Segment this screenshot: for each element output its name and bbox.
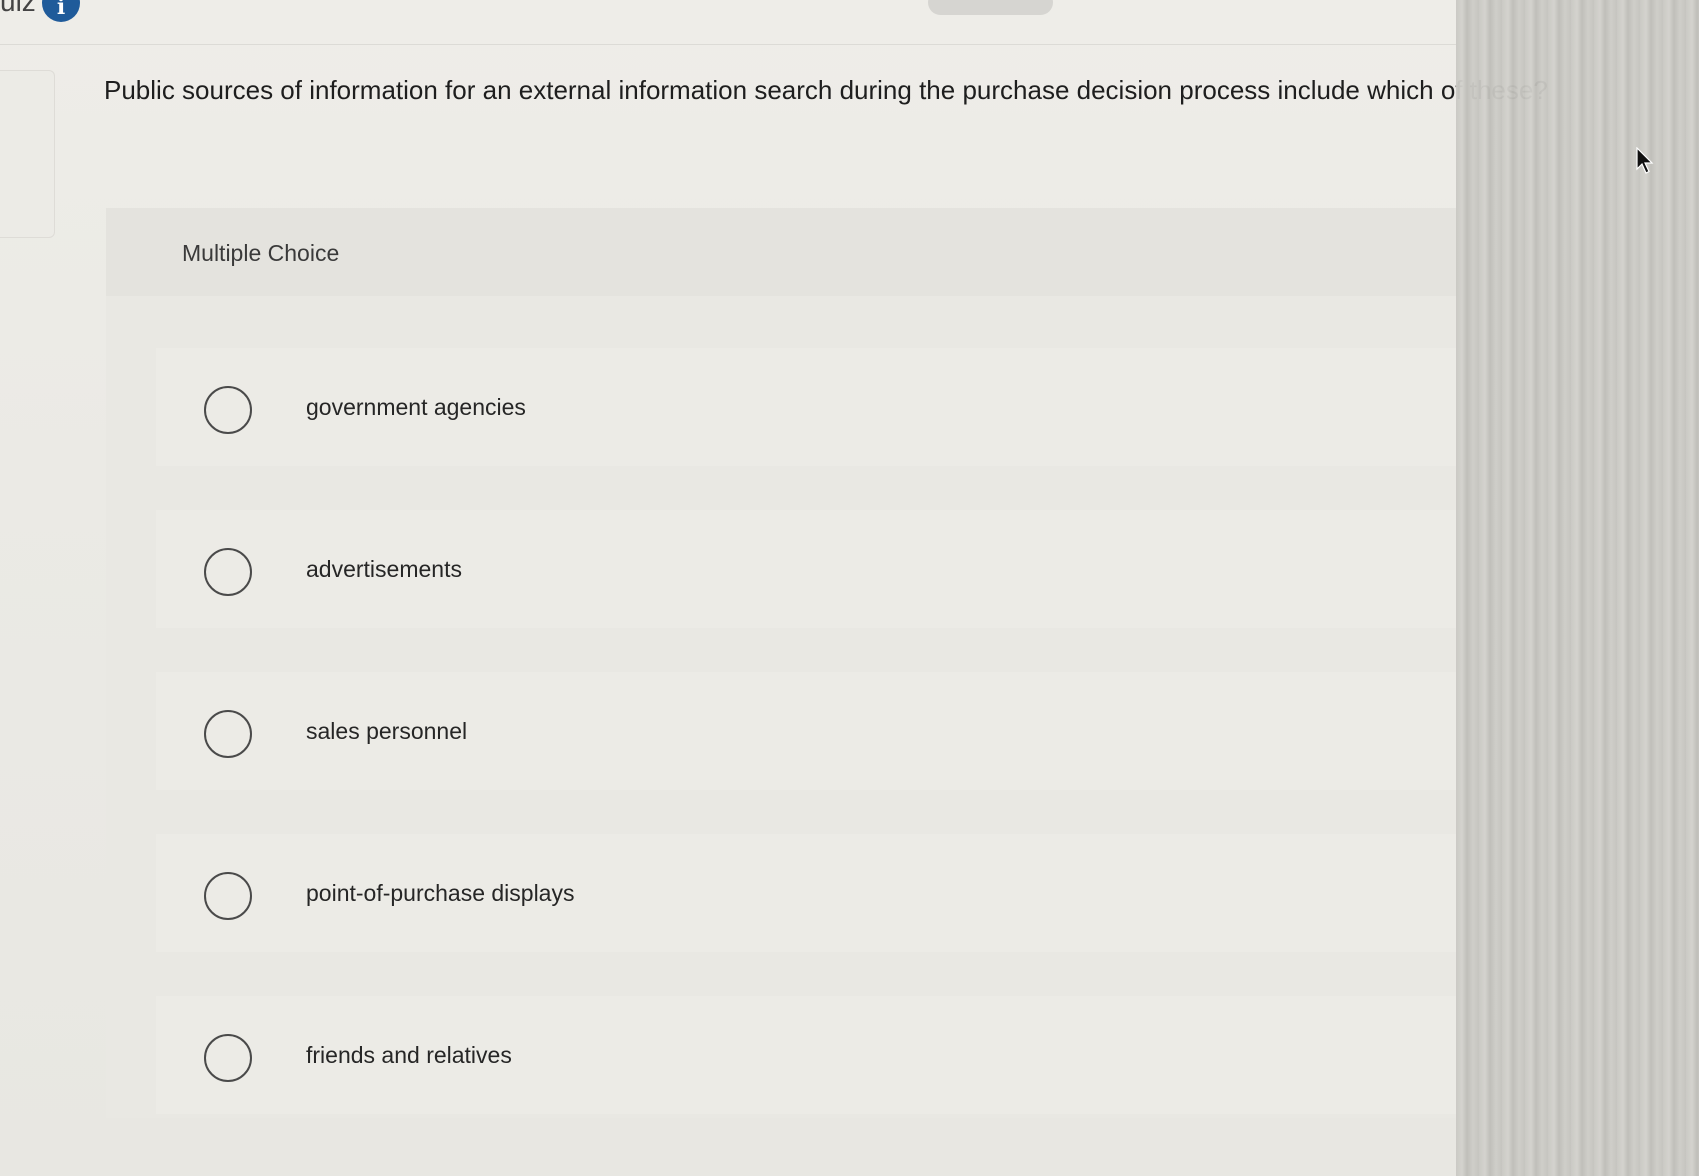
option-sales-personnel[interactable]: sales personnel (156, 672, 1466, 790)
option-government-agencies[interactable]: government agencies (156, 348, 1466, 466)
radio-unchecked-icon[interactable] (204, 386, 252, 434)
radio-unchecked-icon[interactable] (204, 1034, 252, 1082)
quiz-title-fragment: uiz (0, 0, 36, 17)
option-point-of-purchase-displays[interactable]: point-of-purchase displays (156, 834, 1466, 952)
right-edge-shadow (1456, 0, 1699, 1176)
radio-unchecked-icon[interactable] (204, 548, 252, 596)
option-advertisements[interactable]: advertisements (156, 510, 1466, 628)
mouse-pointer-icon (1636, 147, 1654, 174)
top-bar: uiz i (0, 0, 1456, 45)
quiz-page: uiz i Public sources of information for … (0, 0, 1548, 1176)
multiple-choice-label: Multiple Choice (182, 240, 340, 266)
option-label: point-of-purchase displays (306, 880, 575, 906)
radio-unchecked-icon[interactable] (204, 710, 252, 758)
top-pill-button[interactable] (928, 0, 1053, 15)
left-side-panel (0, 70, 55, 238)
option-label: government agencies (306, 394, 526, 420)
option-label: friends and relatives (306, 1042, 512, 1068)
radio-unchecked-icon[interactable] (204, 872, 252, 920)
multiple-choice-card: Multiple Choice government agencies adve… (106, 208, 1466, 1118)
option-label: advertisements (306, 556, 462, 582)
info-icon[interactable]: i (42, 0, 80, 22)
option-label: sales personnel (306, 718, 468, 744)
option-friends-and-relatives[interactable]: friends and relatives (156, 996, 1466, 1114)
multiple-choice-header: Multiple Choice (106, 208, 1466, 296)
